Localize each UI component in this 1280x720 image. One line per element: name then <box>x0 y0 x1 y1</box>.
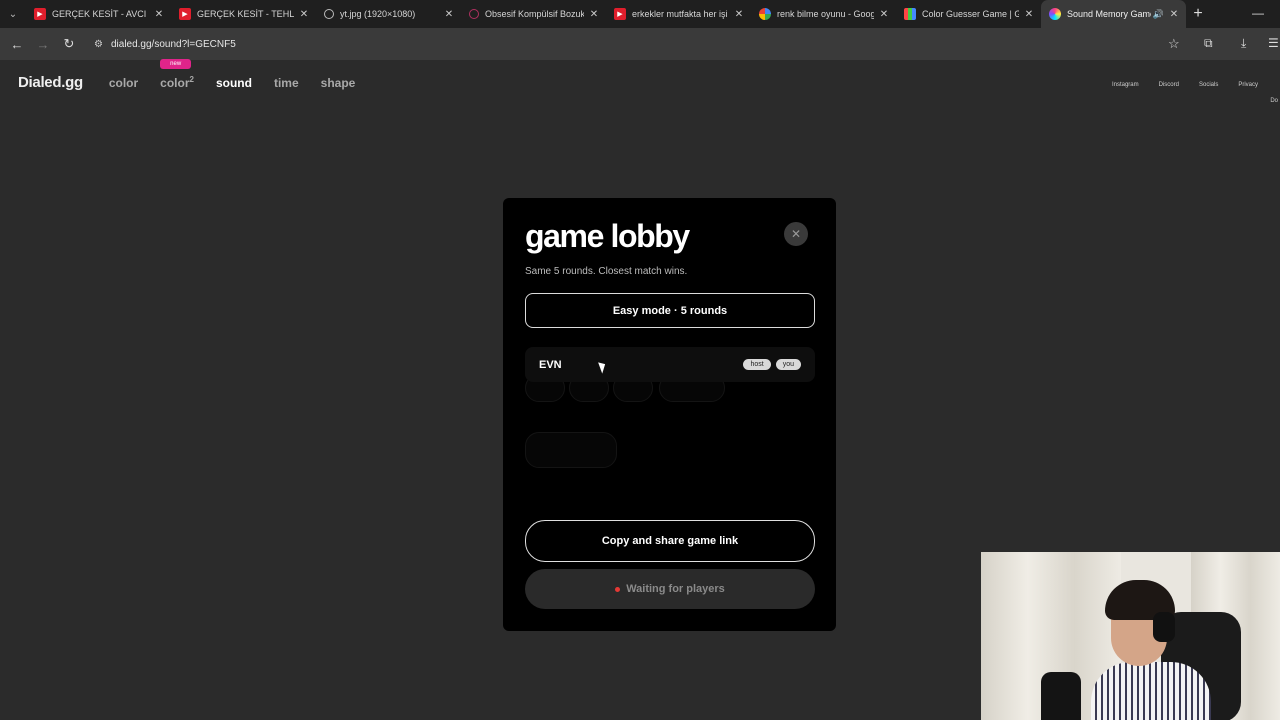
tab-close-icon[interactable]: ✕ <box>1168 9 1180 20</box>
browser-tab-bar: ⌄ ▶ GERÇEK KESİT - AVCI - Yo ✕ ▶ GERÇEK … <box>0 0 1280 28</box>
tab-close-icon[interactable]: ✕ <box>733 9 745 20</box>
tab-title: renk bilme oyunu - Googl <box>777 9 874 19</box>
tab-close-icon[interactable]: ✕ <box>298 9 310 20</box>
close-icon[interactable]: ✕ <box>784 222 808 246</box>
site-nav: Dialed.gg color new color2 sound time sh… <box>18 59 377 91</box>
tab-title: Obsesif Kompülsif Bozukl <box>485 9 584 19</box>
new-badge: new <box>160 59 192 69</box>
game-lobby-modal: game lobby ✕ Same 5 rounds. Closest matc… <box>503 198 836 631</box>
tab-title: GERÇEK KESİT - TEHLİKELİ <box>197 9 294 19</box>
tab-title: Sound Memory Game <box>1067 9 1151 19</box>
player-row: EVN host you <box>525 347 815 382</box>
nav-shape[interactable]: shape <box>321 76 356 90</box>
microphone-icon <box>1041 672 1081 720</box>
external-links: Instagram Discord Socials Privacy <box>1092 82 1258 88</box>
person-shirt <box>1091 662 1211 720</box>
bookmark-star-icon[interactable]: ☆ <box>1168 36 1180 52</box>
browser-tab[interactable]: ▶ erkekler mutfakta her işi y ✕ <box>606 0 751 28</box>
google-icon <box>759 8 771 20</box>
player-name: EVN <box>539 358 562 371</box>
forward-icon[interactable]: → <box>30 37 56 52</box>
browser-tab[interactable]: Color Guesser Game | Gu ✕ <box>896 0 1041 28</box>
link-extra[interactable]: Do <box>1270 98 1278 104</box>
you-tag: you <box>775 359 801 370</box>
extensions-icon[interactable]: ⧉ <box>1204 36 1213 51</box>
game-mode-display: Easy mode · 5 rounds <box>525 293 815 328</box>
browser-tab[interactable]: Obsesif Kompülsif Bozukl ✕ <box>461 0 606 28</box>
nav-color2-label: color <box>160 76 190 90</box>
site-info-icon[interactable]: ⚙ <box>94 39 103 50</box>
browser-tab-active[interactable]: Sound Memory Game 🔊 ✕ <box>1041 0 1186 28</box>
menu-icon[interactable]: ☰ <box>1268 36 1279 50</box>
browser-tab[interactable]: renk bilme oyunu - Googl ✕ <box>751 0 896 28</box>
headset-icon <box>1153 612 1175 642</box>
waiting-label: Waiting for players <box>626 583 725 595</box>
waiting-for-players-button: Waiting for players <box>525 569 815 609</box>
color-guesser-icon <box>904 8 916 20</box>
tab-title: yt.jpg (1920×1080) <box>340 9 416 19</box>
tab-title: erkekler mutfakta her işi y <box>632 9 729 19</box>
download-icon[interactable]: ⤓ <box>1241 36 1246 51</box>
nav-color[interactable]: color <box>109 76 138 90</box>
tab-close-icon[interactable]: ✕ <box>588 9 600 20</box>
tab-close-icon[interactable]: ✕ <box>878 9 890 20</box>
host-tag: host <box>743 359 771 370</box>
back-icon[interactable]: ← <box>4 37 30 52</box>
ghost-element <box>525 432 617 468</box>
browser-tab[interactable]: ▶ GERÇEK KESİT - AVCI - Yo ✕ <box>26 0 171 28</box>
sound-memory-icon <box>1049 8 1061 20</box>
tab-search-icon[interactable]: ⌄ <box>0 0 26 28</box>
nav-time[interactable]: time <box>274 76 299 90</box>
link-discord[interactable]: Discord <box>1159 82 1179 88</box>
new-tab-icon[interactable]: + <box>1186 5 1210 23</box>
youtube-icon: ▶ <box>179 8 191 20</box>
link-socials[interactable]: Socials <box>1199 82 1218 88</box>
youtube-icon: ▶ <box>34 8 46 20</box>
nav-color2[interactable]: new color2 <box>160 59 194 90</box>
modal-subtitle: Same 5 rounds. Closest match wins. <box>525 266 688 277</box>
modal-title: game lobby <box>525 218 690 254</box>
reload-icon[interactable]: ↻ <box>56 36 82 52</box>
tab-title: Color Guesser Game | Gu <box>922 9 1019 19</box>
globe-icon <box>324 9 334 19</box>
minimize-icon[interactable]: — <box>1252 6 1264 20</box>
tab-close-icon[interactable]: ✕ <box>153 9 165 20</box>
url-input[interactable]: ⚙ dialed.gg/sound?l=GECNF5 <box>86 32 1146 56</box>
site-logo[interactable]: Dialed.gg <box>18 74 83 91</box>
nav-sound[interactable]: sound <box>216 76 252 90</box>
speaker-icon[interactable]: 🔊 <box>1153 9 1164 20</box>
webcam-overlay <box>981 552 1280 720</box>
link-privacy[interactable]: Privacy <box>1238 82 1258 88</box>
tab-close-icon[interactable]: ✕ <box>1023 9 1035 20</box>
tab-title: GERÇEK KESİT - AVCI - Yo <box>52 9 149 19</box>
ocd-icon <box>469 9 479 19</box>
browser-tab[interactable]: yt.jpg (1920×1080) ✕ <box>316 0 461 28</box>
nav-color2-sup: 2 <box>189 75 194 84</box>
copy-share-link-button[interactable]: Copy and share game link <box>525 520 815 562</box>
tab-close-icon[interactable]: ✕ <box>443 9 455 20</box>
address-bar: ← → ↻ ⚙ dialed.gg/sound?l=GECNF5 <box>0 28 1280 60</box>
link-instagram[interactable]: Instagram <box>1112 82 1139 88</box>
browser-tab[interactable]: ▶ GERÇEK KESİT - TEHLİKELİ ✕ <box>171 0 316 28</box>
youtube-icon: ▶ <box>614 8 626 20</box>
status-dot-icon <box>615 586 621 592</box>
url-text: dialed.gg/sound?l=GECNF5 <box>110 38 236 50</box>
